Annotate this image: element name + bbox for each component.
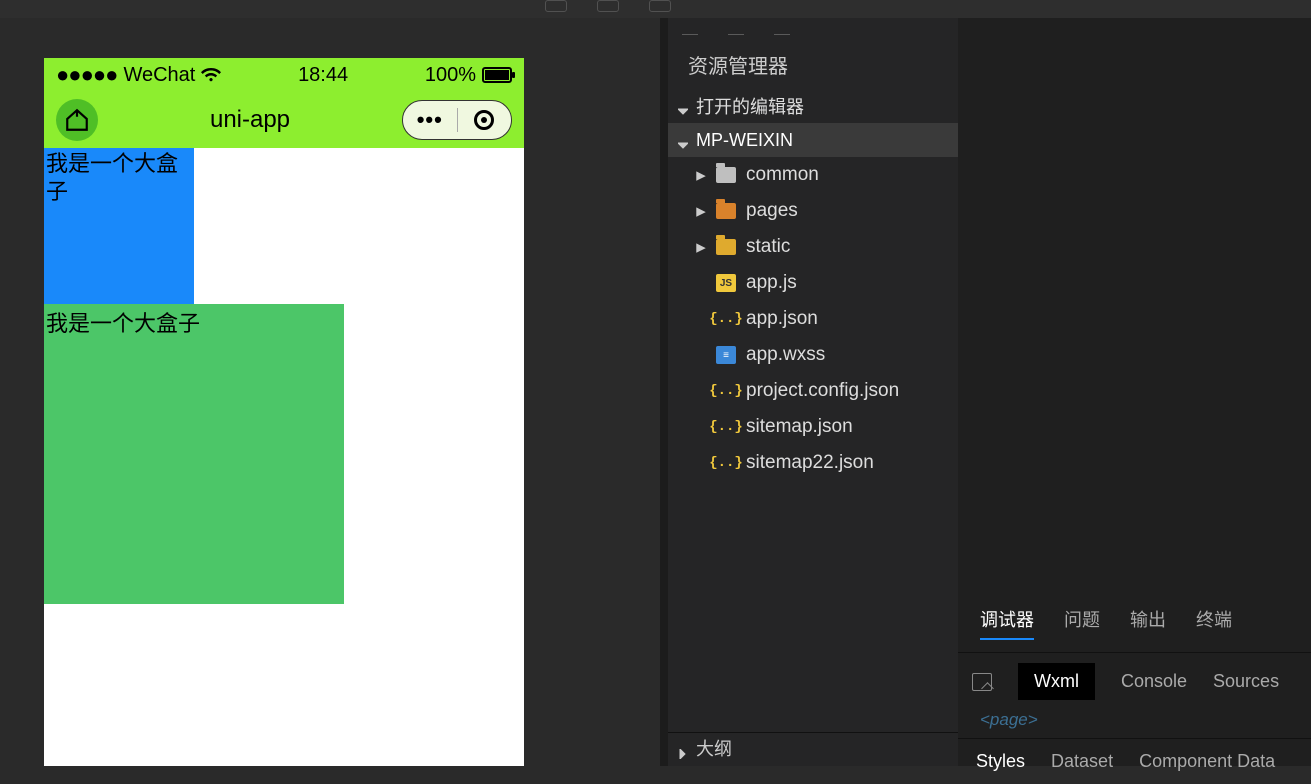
tab-sources[interactable]: Sources: [1213, 671, 1279, 692]
nav-bar: uni-app •••: [44, 92, 524, 148]
chevron-right-icon: ▸: [696, 200, 706, 223]
explorer-action-bar: [668, 18, 958, 40]
open-editors-label: 打开的编辑器: [696, 93, 804, 119]
open-editors-section[interactable]: 打开的编辑器: [668, 89, 958, 123]
explorer-action-icon[interactable]: [682, 23, 698, 35]
signal-dots-icon: ●●●●●: [56, 62, 117, 88]
clock: 18:44: [298, 64, 348, 87]
folder-common[interactable]: ▸ common: [696, 157, 958, 193]
tab-dataset[interactable]: Dataset: [1051, 751, 1113, 772]
explorer-action-icon[interactable]: [728, 23, 744, 35]
toolbar-icon[interactable]: [649, 0, 671, 12]
devtools-panel: 调试器 问题 输出 终端 Wxml Console Sources <page>…: [958, 18, 1311, 766]
folder-label: common: [746, 164, 819, 186]
file-label: sitemap.json: [746, 416, 853, 438]
menu-dots-icon: •••: [417, 107, 443, 133]
wxml-root-tag[interactable]: <page>: [958, 710, 1311, 730]
capsule-close-button[interactable]: [458, 110, 512, 130]
json-file-icon: {..}: [716, 382, 736, 400]
file-label: app.json: [746, 308, 818, 330]
tab-output[interactable]: 输出: [1130, 606, 1166, 640]
folder-icon: [716, 239, 736, 255]
devtools-blank-area: [958, 18, 1311, 594]
chevron-right-icon: ▸: [696, 236, 706, 259]
file-sitemap22-json[interactable]: {..} sitemap22.json: [696, 445, 958, 481]
simulator-panel: ●●●●● WeChat 18:44 100% uni-app •••: [0, 18, 662, 766]
json-file-icon: {..}: [716, 310, 736, 328]
file-label: sitemap22.json: [746, 452, 874, 474]
battery-percent: 100%: [425, 64, 476, 87]
file-app-wxss[interactable]: ≡ app.wxss: [696, 337, 958, 373]
home-button[interactable]: [56, 99, 98, 141]
phone-frame: ●●●●● WeChat 18:44 100% uni-app •••: [44, 58, 524, 766]
explorer-panel: 资源管理器 打开的编辑器 MP-WEIXIN ▸ common ▸ pages …: [668, 18, 958, 766]
outline-label: 大纲: [696, 735, 732, 761]
file-project-config[interactable]: {..} project.config.json: [696, 373, 958, 409]
explorer-title: 资源管理器: [668, 40, 958, 89]
folder-icon: [716, 167, 736, 183]
tab-console[interactable]: Console: [1121, 671, 1187, 692]
devtools-style-tabs: Styles Dataset Component Data: [958, 738, 1311, 784]
toolbar-icon[interactable]: [545, 0, 567, 12]
tab-component-data[interactable]: Component Data: [1139, 751, 1275, 772]
chevron-down-icon: [678, 135, 688, 145]
devtools-primary-tabs: 调试器 问题 输出 终端: [958, 594, 1311, 653]
folder-label: static: [746, 236, 790, 258]
js-file-icon: JS: [716, 274, 736, 292]
wifi-icon: [201, 63, 221, 88]
blue-box: 我是一个大盒子: [44, 148, 194, 304]
resize-gutter[interactable]: [660, 18, 668, 766]
toolbar-icon[interactable]: [597, 0, 619, 12]
file-label: app.wxss: [746, 344, 825, 366]
explorer-action-icon[interactable]: [774, 23, 790, 35]
chevron-right-icon: [678, 743, 688, 753]
top-toolbar: [0, 0, 1311, 18]
element-inspect-icon[interactable]: [972, 673, 992, 691]
carrier-label: WeChat: [123, 64, 195, 87]
chevron-right-icon: ▸: [696, 164, 706, 187]
tab-wxml[interactable]: Wxml: [1018, 663, 1095, 700]
file-app-js[interactable]: JS app.js: [696, 265, 958, 301]
folder-static[interactable]: ▸ static: [696, 229, 958, 265]
green-box: 我是一个大盒子: [44, 304, 344, 604]
folder-pages[interactable]: ▸ pages: [696, 193, 958, 229]
file-label: app.js: [746, 272, 797, 294]
tab-styles[interactable]: Styles: [976, 751, 1025, 772]
status-bar: ●●●●● WeChat 18:44 100%: [44, 58, 524, 92]
tab-problems[interactable]: 问题: [1064, 606, 1100, 640]
page-body: 我是一个大盒子 我是一个大盒子: [44, 148, 524, 766]
target-icon: [474, 110, 494, 130]
file-label: project.config.json: [746, 380, 899, 402]
wxss-file-icon: ≡: [716, 346, 736, 364]
page-title: uni-app: [210, 106, 290, 134]
folder-label: pages: [746, 200, 798, 222]
capsule-button: •••: [402, 100, 512, 140]
devtools-inspector-tabs: Wxml Console Sources: [958, 653, 1311, 710]
battery-icon: [482, 67, 512, 83]
json-file-icon: {..}: [716, 418, 736, 436]
project-name: MP-WEIXIN: [696, 130, 793, 151]
chevron-down-icon: [678, 101, 688, 111]
project-section[interactable]: MP-WEIXIN: [668, 123, 958, 157]
file-tree: ▸ common ▸ pages ▸ static JS app.js {..}…: [668, 157, 958, 481]
file-sitemap-json[interactable]: {..} sitemap.json: [696, 409, 958, 445]
tab-debugger[interactable]: 调试器: [980, 606, 1034, 640]
outline-section[interactable]: 大纲: [668, 732, 958, 762]
json-file-icon: {..}: [716, 454, 736, 472]
tab-terminal[interactable]: 终端: [1196, 606, 1232, 640]
file-app-json[interactable]: {..} app.json: [696, 301, 958, 337]
capsule-menu-button[interactable]: •••: [403, 107, 457, 133]
folder-icon: [716, 203, 736, 219]
